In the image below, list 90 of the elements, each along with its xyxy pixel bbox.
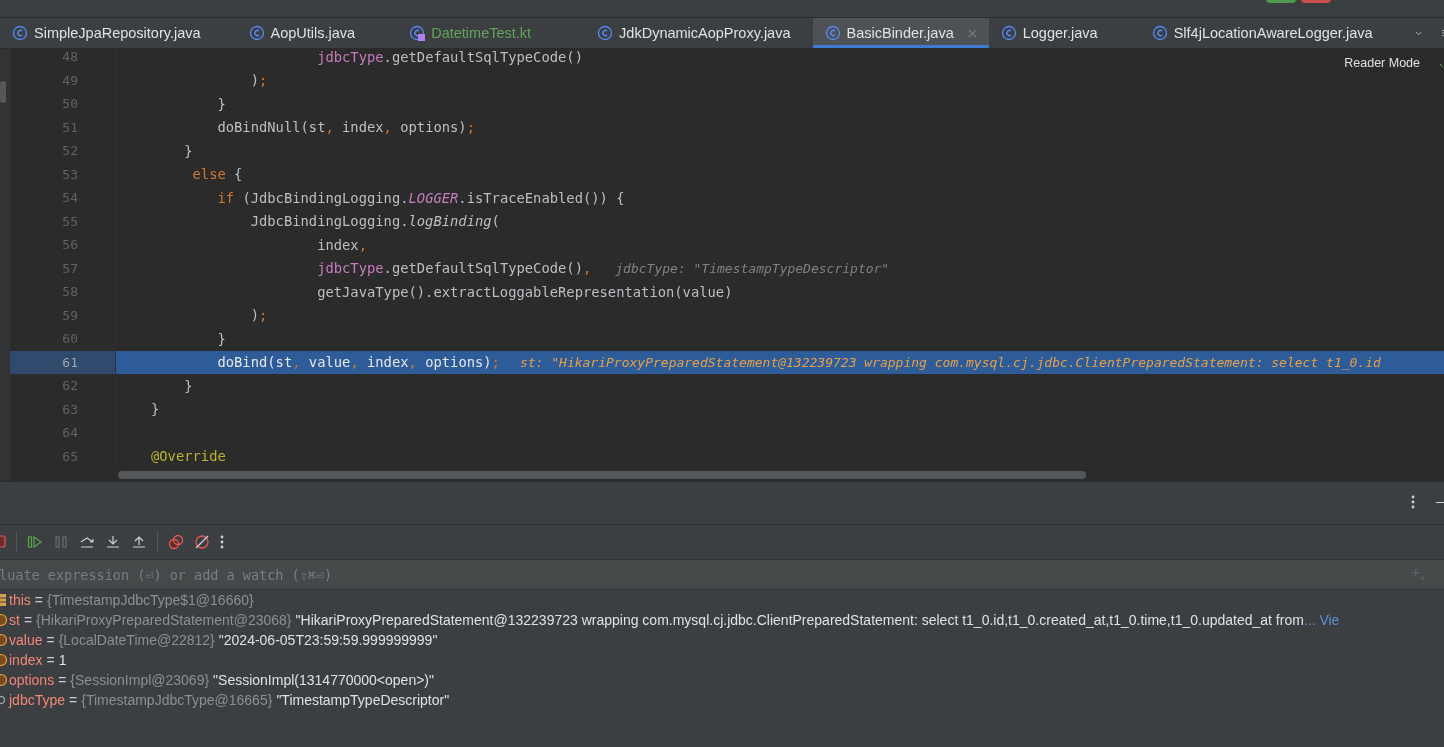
variable-type: {TimestampJdbcType@16665} bbox=[81, 692, 273, 708]
more-icon[interactable] bbox=[1411, 495, 1415, 509]
code-line: } bbox=[216, 330, 226, 347]
line-number: 49 bbox=[61, 71, 79, 90]
variable-name: jdbcType bbox=[9, 692, 66, 708]
editor-tab[interactable]: JdkDynamicAopProxy.java bbox=[585, 18, 803, 48]
code-line: ); bbox=[249, 72, 268, 89]
line-number: 65 bbox=[61, 447, 79, 466]
variable-value: "TimestampTypeDescriptor" bbox=[276, 692, 450, 708]
editor-tab[interactable]: BasicBinder.java bbox=[812, 18, 989, 48]
code-line: } bbox=[183, 377, 193, 394]
inline-value-hint: jdbcType: "TimestampTypeDescriptor" bbox=[615, 260, 890, 276]
field-icon bbox=[0, 693, 8, 707]
class-icon bbox=[1151, 25, 1168, 41]
code-line: index, bbox=[316, 236, 367, 253]
inline-value-hint: st: "HikariProxyPreparedStatement@132239723 wrapping com.mysql.cj.jdbc.ClientPreparedStatement: select t1_0.id bbox=[519, 354, 1381, 370]
code-line: doBindNull(st, index, options); bbox=[216, 119, 475, 136]
editor-tab[interactable]: SimpleJpaRepository.java bbox=[0, 18, 213, 48]
step-out-icon[interactable] bbox=[131, 534, 147, 550]
line-number: 58 bbox=[61, 283, 79, 301]
editor-tab[interactable]: AopUtils.java bbox=[236, 18, 368, 48]
more-icon[interactable] bbox=[220, 535, 224, 549]
resume-icon[interactable] bbox=[27, 534, 43, 550]
breakpoints-icon[interactable] bbox=[168, 534, 184, 550]
variable-type: {TimestampJdbcType$1@16660} bbox=[47, 592, 254, 608]
equals-sign: = bbox=[46, 632, 55, 648]
line-number: 61 bbox=[10, 350, 115, 374]
line-number: 50 bbox=[61, 95, 79, 113]
line-number: 56 bbox=[61, 236, 79, 254]
variable-name: index bbox=[9, 652, 43, 668]
line-number: 63 bbox=[61, 400, 79, 419]
parameter-icon bbox=[0, 613, 8, 627]
code-line: if (JdbcBindingLogging.LOGGER.isTraceEnabled()) { bbox=[216, 189, 625, 206]
class-icon bbox=[597, 25, 614, 41]
scrollbar-thumb[interactable] bbox=[0, 81, 6, 103]
variable-name: this bbox=[9, 592, 31, 608]
line-number: 53 bbox=[61, 165, 79, 184]
code-line: doBind(st, value, index, options); bbox=[216, 354, 500, 371]
variable-type: {SessionImpl@23069} bbox=[70, 672, 210, 688]
variable-type: {HikariProxyPreparedStatement@23068} bbox=[36, 612, 292, 628]
code-line: getJavaType().extractLoggableRepresentation(value) bbox=[316, 283, 733, 300]
editor-tab[interactable]: DatetimeTest.kt bbox=[397, 18, 544, 48]
line-number: 57 bbox=[61, 259, 79, 278]
parameter-icon bbox=[0, 653, 8, 667]
code-line: ); bbox=[249, 307, 268, 324]
equals-sign: = bbox=[46, 652, 55, 668]
mute-breakpoints-icon[interactable] bbox=[194, 534, 210, 550]
code-line: } bbox=[216, 95, 226, 112]
parameter-icon bbox=[0, 673, 8, 687]
line-number: 62 bbox=[61, 377, 79, 395]
line-number: 48 bbox=[61, 49, 79, 66]
line-number: 51 bbox=[61, 118, 79, 137]
line-number: 52 bbox=[61, 142, 79, 160]
variable-value: 1 bbox=[58, 652, 67, 668]
code-line: JdbcBindingLogging.logBinding( bbox=[249, 213, 500, 230]
editor-tab[interactable]: Slf4jLocationAwareLogger.java bbox=[1139, 18, 1385, 48]
step-into-icon[interactable] bbox=[105, 534, 121, 550]
variable-value: "SessionImpl(1314770000<open>)" bbox=[213, 672, 434, 688]
variable-name: st bbox=[9, 612, 20, 628]
code-line: jdbcType.getDefaultSqlTypeCode() bbox=[316, 49, 583, 65]
code-line: jdbcType.getDefaultSqlTypeCode(), bbox=[316, 260, 592, 277]
class-icon bbox=[1000, 25, 1017, 41]
scrollbar[interactable] bbox=[118, 471, 1086, 479]
equals-sign: = bbox=[23, 612, 33, 628]
line-number: 55 bbox=[61, 212, 79, 231]
line-number: 64 bbox=[61, 424, 79, 442]
variable-type: {LocalDateTime@22812} bbox=[58, 632, 215, 648]
equals-sign: = bbox=[34, 592, 43, 608]
line-number: 59 bbox=[61, 306, 79, 325]
class-icon bbox=[248, 25, 265, 41]
variable-name: value bbox=[9, 632, 43, 648]
reader-mode-link[interactable]: Reader Mode bbox=[1344, 56, 1420, 70]
code-line: else { bbox=[191, 166, 243, 183]
test-class-icon bbox=[409, 25, 426, 41]
class-icon bbox=[824, 25, 841, 41]
variable-value: "2024-06-05T23:59:59.999999999" bbox=[218, 632, 438, 648]
pause-icon[interactable] bbox=[53, 534, 69, 550]
variable-value: "HikariProxyPreparedStatement@132239723 wrapping com.mysql.cj.jdbc.ClientPreparedStatement: select t1_0.id,t1_0.created_at,t1_0.time,t1_0.updated_at from bbox=[295, 612, 1304, 628]
editor-tab[interactable]: Logger.java bbox=[988, 18, 1110, 48]
class-icon bbox=[12, 25, 28, 41]
equals-sign: = bbox=[58, 672, 67, 688]
code-line: @Override bbox=[151, 448, 226, 465]
line-number: 54 bbox=[61, 189, 79, 207]
code-line: } bbox=[183, 142, 193, 159]
parameter-icon bbox=[0, 633, 8, 647]
code-line: } bbox=[151, 401, 160, 418]
equals-sign: = bbox=[69, 692, 78, 708]
close-icon[interactable] bbox=[967, 28, 977, 38]
variable-name: options bbox=[9, 672, 55, 688]
line-number: 60 bbox=[61, 330, 79, 348]
